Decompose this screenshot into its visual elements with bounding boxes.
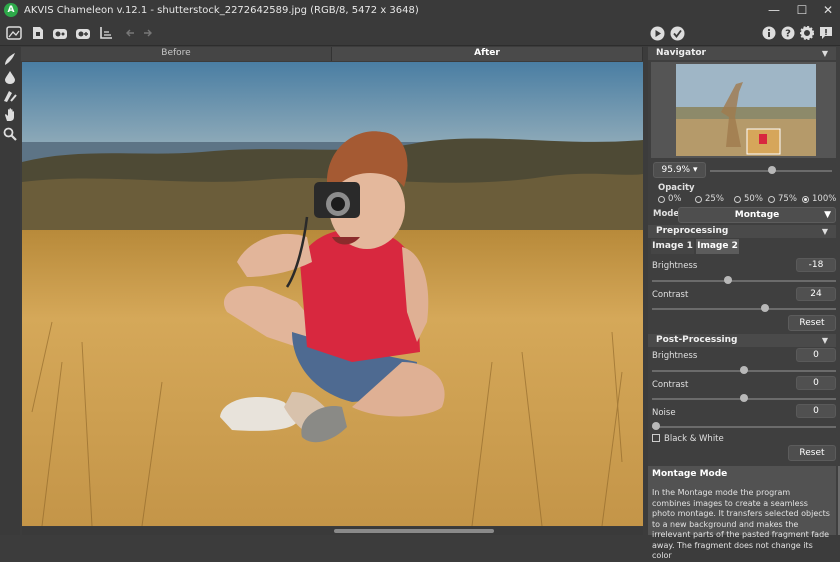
help-title: Montage Mode xyxy=(652,469,728,479)
post-reset-button[interactable]: Reset xyxy=(788,445,836,461)
post-contrast-knob[interactable] xyxy=(740,394,748,402)
run-icon[interactable] xyxy=(649,25,665,41)
chevron-down-icon: ▼ xyxy=(824,210,831,220)
window-title: AKVIS Chameleon v.12.1 - shutterstock_22… xyxy=(24,4,419,16)
print-icon[interactable] xyxy=(98,25,114,41)
collapse-arrow-icon[interactable]: ▼ xyxy=(822,47,828,60)
help-box: Montage Mode In the Montage mode the pro… xyxy=(648,466,836,560)
tab-before[interactable]: Before xyxy=(21,47,332,61)
mode-value: Montage xyxy=(734,210,780,220)
zoom-icon[interactable] xyxy=(3,127,17,141)
opacity-option-0[interactable]: 0% xyxy=(658,194,682,204)
preprocessing-header[interactable]: Preprocessing ▼ xyxy=(648,225,836,238)
hand-icon[interactable] xyxy=(3,108,17,122)
view-tabs: Before After xyxy=(21,47,643,61)
zoom-select[interactable]: 95.9% ▾ xyxy=(653,162,706,178)
collapse-arrow-icon[interactable]: ▼ xyxy=(822,225,828,238)
pre-contrast-track[interactable] xyxy=(652,308,836,310)
mode-select[interactable]: Montage ▼ xyxy=(678,207,836,223)
post-brightness-label: Brightness xyxy=(652,351,698,361)
post-contrast-label: Contrast xyxy=(652,380,689,390)
tab-image-1[interactable]: Image 1 xyxy=(651,239,694,254)
help-icon[interactable]: ? xyxy=(780,25,796,41)
postprocessing-title: Post-Processing xyxy=(656,335,738,345)
opacity-option-label: 100% xyxy=(812,194,837,204)
opacity-label: Opacity xyxy=(658,183,695,193)
opacity-option-label: 25% xyxy=(705,194,724,204)
chevron-down-icon: ▾ xyxy=(692,165,698,175)
opacity-option-label: 0% xyxy=(668,194,682,204)
pre-brightness-field[interactable]: -18 xyxy=(796,258,836,272)
navigator-preview[interactable] xyxy=(651,62,836,158)
radio-icon xyxy=(658,195,665,203)
horizontal-scroll-thumb[interactable] xyxy=(334,529,494,533)
pre-brightness-track[interactable] xyxy=(652,280,836,282)
postprocessing-header[interactable]: Post-Processing ▼ xyxy=(648,334,836,347)
zoom-slider-knob[interactable] xyxy=(768,166,776,174)
title-bar: A AKVIS Chameleon v.12.1 - shutterstock_… xyxy=(0,0,840,20)
post-brightness-field[interactable]: 0 xyxy=(796,348,836,362)
photo-image xyxy=(22,62,643,526)
opacity-option-label: 75% xyxy=(778,194,797,204)
zoom-value: 95.9% xyxy=(661,165,691,175)
pre-contrast-field[interactable]: 24 xyxy=(796,287,836,301)
minimize-button[interactable]: — xyxy=(760,0,788,20)
pre-contrast-label: Contrast xyxy=(652,290,689,300)
radio-icon xyxy=(734,195,741,203)
opacity-option-100[interactable]: 100% xyxy=(802,194,836,204)
close-button[interactable]: ✕ xyxy=(814,0,840,20)
opacity-option-25[interactable]: 25% xyxy=(695,194,724,204)
toolbar: ? xyxy=(0,20,840,46)
noise-label: Noise xyxy=(652,408,676,418)
app-logo-icon: A xyxy=(4,3,18,17)
info-icon[interactable] xyxy=(761,25,777,41)
post-brightness-knob[interactable] xyxy=(740,366,748,374)
navigator-title: Navigator xyxy=(656,48,706,58)
apply-icon[interactable] xyxy=(669,25,685,41)
pre-brightness-knob[interactable] xyxy=(724,276,733,284)
bw-checkbox[interactable] xyxy=(652,434,660,442)
help-text: In the Montage mode the program combines… xyxy=(652,488,830,560)
post-contrast-field[interactable]: 0 xyxy=(796,376,836,390)
pre-contrast-knob[interactable] xyxy=(761,304,770,312)
redo-icon[interactable] xyxy=(140,25,156,41)
tab-image-2[interactable]: Image 2 xyxy=(696,239,739,254)
horizontal-scrollbar[interactable] xyxy=(22,527,643,535)
save-icon[interactable] xyxy=(30,25,46,41)
drop-icon[interactable] xyxy=(3,70,17,84)
bw-label: Black & White xyxy=(664,434,724,444)
radio-icon xyxy=(768,195,775,203)
radio-selected-icon xyxy=(802,195,809,203)
image-canvas[interactable] xyxy=(22,62,643,526)
opacity-option-50[interactable]: 50% xyxy=(734,194,763,204)
svg-text:?: ? xyxy=(785,29,791,40)
maximize-button[interactable]: ☐ xyxy=(788,0,816,20)
settings-icon[interactable] xyxy=(799,25,815,41)
eraser-brush-icon[interactable] xyxy=(3,89,17,103)
pre-brightness-label: Brightness xyxy=(652,261,698,271)
navigator-thumbnail xyxy=(676,64,816,156)
opacity-option-75[interactable]: 75% xyxy=(768,194,797,204)
noise-track[interactable] xyxy=(652,426,836,428)
tool-panel xyxy=(0,46,20,535)
radio-icon xyxy=(695,195,702,203)
noise-field[interactable]: 0 xyxy=(796,404,836,418)
opacity-option-label: 50% xyxy=(744,194,763,204)
collapse-arrow-icon[interactable]: ▼ xyxy=(822,334,828,347)
preprocessing-title: Preprocessing xyxy=(656,226,729,236)
open-image-icon[interactable] xyxy=(6,25,22,41)
news-icon[interactable] xyxy=(818,25,834,41)
undo-icon[interactable] xyxy=(122,25,138,41)
settings-panel: Navigator ▼ 95.9% ▾ Opacity 0% 25% 50% 7… xyxy=(648,46,840,560)
noise-knob[interactable] xyxy=(652,422,660,430)
tab-after[interactable]: After xyxy=(332,47,643,61)
brush-icon[interactable] xyxy=(3,52,17,66)
export-icon[interactable] xyxy=(75,25,91,41)
navigator-header[interactable]: Navigator ▼ xyxy=(648,47,836,60)
mode-label: Mode xyxy=(653,209,680,219)
pre-reset-button[interactable]: Reset xyxy=(788,315,836,331)
import-icon[interactable] xyxy=(52,25,68,41)
